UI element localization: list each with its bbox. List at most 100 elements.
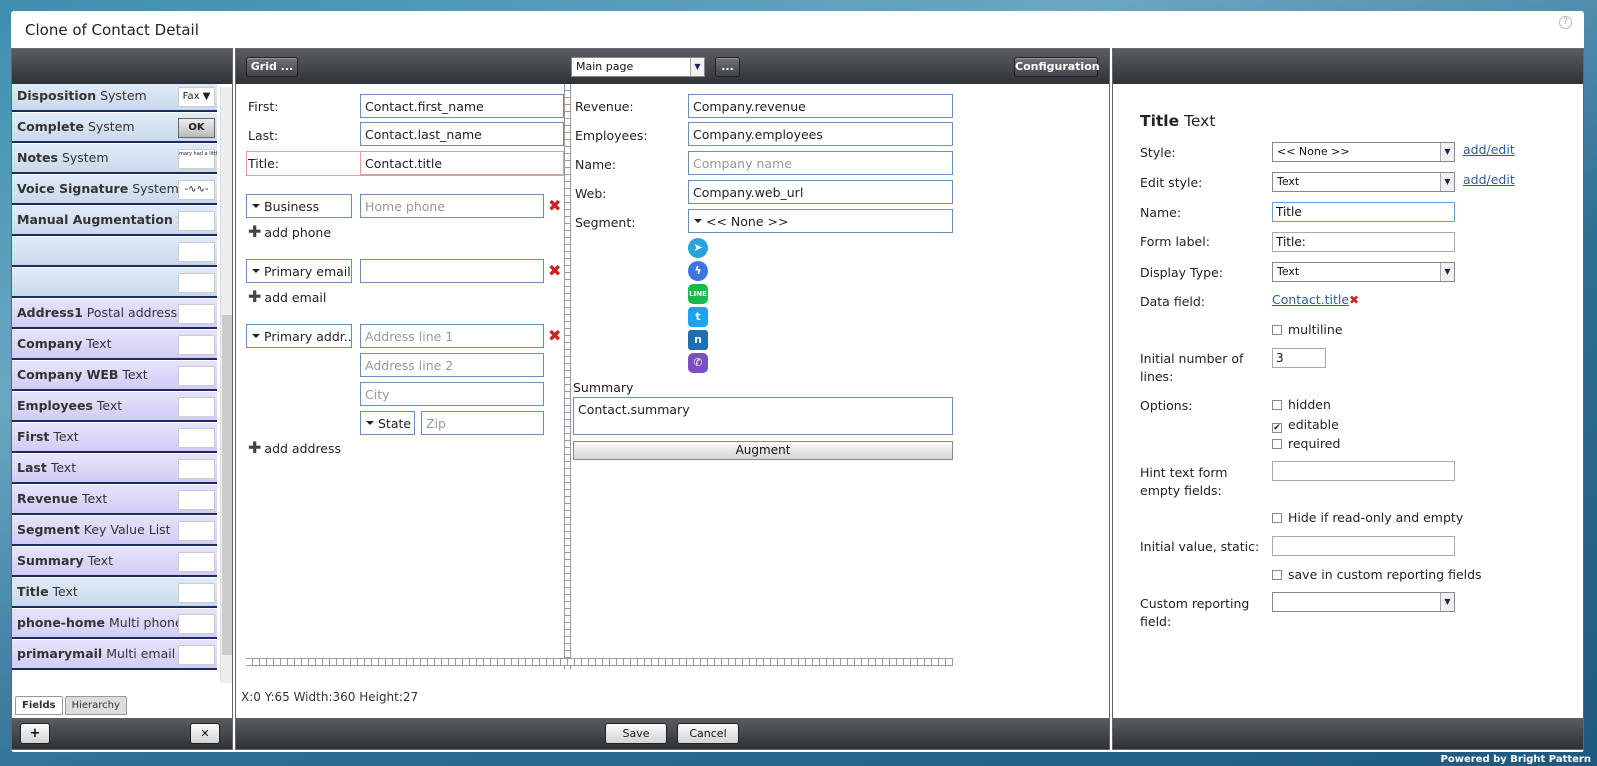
field-list-item[interactable]: primarymail Multi email a… [12, 640, 217, 670]
zip-field[interactable]: Zip [421, 411, 544, 435]
employees-field[interactable]: Company.employees [688, 122, 953, 146]
field-preview [178, 583, 215, 603]
field-list-item[interactable]: Voice Signature System -∿∿- [12, 175, 217, 205]
style-add-edit-link[interactable]: add/edit [1463, 142, 1515, 157]
segment-dropdown[interactable]: << None >> [688, 209, 953, 233]
email-field[interactable] [360, 259, 544, 283]
add-address-link[interactable]: ✚ add address [248, 438, 341, 457]
revenue-field[interactable]: Company.revenue [688, 94, 953, 118]
editable-checkbox[interactable]: ✔ editable [1272, 417, 1339, 433]
summary-field[interactable]: Contact.summary [573, 397, 953, 435]
field-list-item[interactable]: Summary Text [12, 547, 217, 577]
nexmo-icon[interactable]: n [688, 330, 708, 350]
required-label: required [1288, 436, 1341, 451]
viber-icon[interactable]: ✆ [688, 353, 708, 373]
field-list-item[interactable]: Manual Augmentation Sys… [12, 206, 217, 236]
field-list-item[interactable]: Employees Text [12, 392, 217, 422]
hidden-checkbox[interactable]: hidden [1272, 397, 1331, 412]
field-list-item[interactable]: Complete System OK [12, 113, 217, 143]
edit-style-select[interactable]: Text ▼ [1272, 172, 1455, 192]
plus-icon: ✚ [248, 287, 262, 306]
field-list-item[interactable]: Company WEB Text [12, 361, 217, 391]
city-field[interactable]: City [360, 382, 544, 406]
telegram-icon[interactable]: ➤ [688, 238, 708, 258]
web-field[interactable]: Company.web_url [688, 180, 953, 204]
field-type: Text [122, 367, 148, 382]
required-checkbox[interactable]: required [1272, 436, 1340, 451]
field-list-item[interactable]: phone-home Multi phone [12, 609, 217, 639]
properties-title: Title Text [1140, 112, 1215, 130]
messenger-icon[interactable]: ϟ [688, 261, 708, 281]
field-list-item[interactable]: Company Text [12, 330, 217, 360]
clear-data-field-icon[interactable]: ✖ [1349, 292, 1359, 308]
line-icon[interactable]: LINE [688, 284, 708, 304]
field-name: First [17, 429, 50, 444]
augment-button[interactable]: Augment [573, 441, 953, 460]
field-preview [178, 552, 215, 572]
phone-type-dropdown[interactable]: Business [246, 194, 352, 218]
edit-style-add-edit-link[interactable]: add/edit [1463, 172, 1515, 187]
custom-reporting-select[interactable]: ▼ [1272, 592, 1455, 612]
address-type-dropdown[interactable]: Primary addr... [246, 324, 352, 348]
chevron-down-icon: ▼ [690, 58, 704, 76]
initial-lines-input[interactable]: 3 [1272, 348, 1326, 368]
field-list-item[interactable]: Last Text [12, 454, 217, 484]
field-list-item[interactable]: Notes System mary had a little lamb | [12, 144, 217, 174]
field-list-item[interactable]: Segment Key Value List [12, 516, 217, 546]
help-icon[interactable]: ? [1559, 16, 1572, 29]
form-canvas[interactable]: First: Contact.first_name Last: Contact.… [236, 84, 1109, 684]
display-type-select[interactable]: Text ▼ [1272, 262, 1455, 282]
hide-readonly-checkbox[interactable]: Hide if read-only and empty [1272, 510, 1463, 525]
field-list-item[interactable]: Revenue Text [12, 485, 217, 515]
employees-label: Employees: [575, 128, 648, 143]
field-type: Multi phone [108, 615, 183, 630]
tab-fields[interactable]: Fields [15, 696, 63, 715]
title-field[interactable]: Contact.title [360, 151, 564, 175]
address-line2-field[interactable]: Address line 2 [360, 353, 544, 377]
last-name-field[interactable]: Contact.last_name [360, 122, 564, 146]
tab-hierarchy[interactable]: Hierarchy [64, 696, 127, 715]
add-phone-link[interactable]: ✚ add phone [248, 222, 331, 241]
data-field-link[interactable]: Contact.title [1272, 292, 1349, 307]
multiline-checkbox[interactable]: multiline [1272, 322, 1343, 337]
field-list-item[interactable]: First Text [12, 423, 217, 453]
field-list: Disposition System Fax ▼ Complete System OK… [12, 84, 217, 712]
field-list-item[interactable]: Disposition System Fax ▼ [12, 84, 217, 112]
cancel-button[interactable]: Cancel [677, 723, 739, 744]
first-name-field[interactable]: Contact.first_name [360, 94, 564, 118]
initial-lines-label-1: Initial number of [1140, 351, 1244, 366]
scrollbar-thumb[interactable] [222, 315, 232, 655]
chevron-down-icon: ▼ [1440, 143, 1454, 161]
initial-value-input[interactable] [1272, 536, 1455, 556]
remove-field-button[interactable]: ✕ [190, 723, 220, 744]
configuration-button[interactable]: Configuration [1014, 57, 1100, 77]
delete-phone-icon[interactable]: ✖ [548, 198, 561, 214]
field-list-item[interactable] [12, 237, 217, 267]
page-select[interactable]: Main page ▼ [571, 57, 705, 77]
name-input[interactable]: Title [1272, 202, 1455, 222]
form-label-input[interactable]: Title: [1272, 232, 1455, 252]
twitter-icon[interactable]: t [688, 307, 708, 327]
style-select[interactable]: << None >> ▼ [1272, 142, 1455, 162]
add-email-link[interactable]: ✚ add email [248, 287, 326, 306]
delete-address-icon[interactable]: ✖ [548, 328, 561, 344]
grid-button[interactable]: Grid ... [246, 57, 298, 77]
add-field-button[interactable]: + [20, 723, 50, 744]
address-line1-field[interactable]: Address line 1 [360, 324, 544, 348]
field-list-scrollbar[interactable] [220, 87, 232, 683]
last-label: Last: [248, 128, 279, 143]
company-name-field[interactable]: Company name [688, 151, 953, 175]
field-list-item[interactable]: Title Text [12, 578, 217, 608]
state-dropdown[interactable]: State [360, 411, 415, 435]
hint-text-label: Hint text form empty fields: [1140, 464, 1227, 500]
phone-field[interactable]: Home phone [360, 194, 544, 218]
page-more-button[interactable]: ... [715, 57, 740, 77]
field-list-item[interactable] [12, 268, 217, 298]
hint-text-input[interactable] [1272, 461, 1455, 481]
save-button[interactable]: Save [605, 723, 667, 744]
save-custom-reporting-checkbox[interactable]: save in custom reporting fields [1272, 567, 1482, 582]
field-list-item[interactable]: Address1 Postal addresses [12, 299, 217, 329]
custom-reporting-label: Custom reporting field: [1140, 595, 1249, 631]
delete-email-icon[interactable]: ✖ [548, 263, 561, 279]
email-type-dropdown[interactable]: Primary email [246, 259, 352, 283]
